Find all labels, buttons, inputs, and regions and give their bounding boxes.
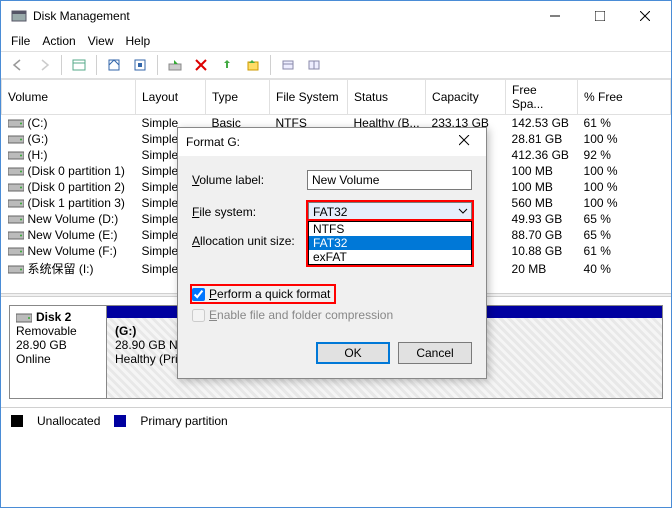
toolbar-icon-3[interactable] (129, 54, 151, 76)
dialog-close-button[interactable] (450, 135, 478, 149)
toolbar-icon-2[interactable] (103, 54, 125, 76)
col-status[interactable]: Status (348, 80, 426, 115)
fs-option-exfat[interactable]: exFAT (309, 250, 471, 264)
col-layout[interactable]: Layout (136, 80, 206, 115)
forward-button[interactable] (33, 54, 55, 76)
close-button[interactable] (622, 2, 667, 31)
toolbar-icon-8[interactable] (303, 54, 325, 76)
toolbar-icon-4[interactable] (164, 54, 186, 76)
toolbar-icon-6[interactable] (242, 54, 264, 76)
filesystem-dropdown: NTFS FAT32 exFAT (308, 221, 472, 265)
legend-primary-swatch (114, 415, 126, 427)
window-title: Disk Management (33, 9, 532, 23)
volume-label-input[interactable] (307, 170, 472, 190)
menu-file[interactable]: File (11, 34, 30, 48)
col-capacity[interactable]: Capacity (426, 80, 506, 115)
fs-option-ntfs[interactable]: NTFS (309, 222, 471, 236)
compression-checkbox (192, 309, 205, 322)
disk-kind: Removable (16, 324, 100, 338)
chevron-down-icon (458, 205, 468, 219)
toolbar-icon-5[interactable] (216, 54, 238, 76)
toolbar-icon-7[interactable] (277, 54, 299, 76)
disk-state: Online (16, 352, 100, 366)
col-pct[interactable]: % Free (578, 80, 671, 115)
menu-action[interactable]: Action (42, 34, 75, 48)
toolbar-icon-1[interactable] (68, 54, 90, 76)
app-icon (11, 8, 27, 24)
legend-unallocated-swatch (11, 415, 23, 427)
disk-info[interactable]: Disk 2 Removable 28.90 GB Online (9, 305, 107, 399)
menubar: File Action View Help (1, 31, 671, 51)
volume-label-label: Volume label: (192, 173, 307, 187)
disk-icon (16, 310, 32, 324)
col-volume[interactable]: Volume (2, 80, 136, 115)
col-type[interactable]: Type (206, 80, 270, 115)
ok-button[interactable]: OK (316, 342, 390, 364)
legend-unallocated: Unallocated (37, 414, 100, 428)
filesystem-label: File system: (192, 205, 308, 219)
quick-format-label: Perform a quick format (209, 287, 330, 301)
col-free[interactable]: Free Spa... (506, 80, 578, 115)
legend: Unallocated Primary partition (1, 407, 671, 434)
allocation-label: Allocation unit size: (192, 234, 308, 248)
compression-label: Enable file and folder compression (209, 308, 393, 322)
maximize-button[interactable] (577, 2, 622, 31)
quick-format-checkbox[interactable] (192, 288, 205, 301)
legend-primary: Primary partition (140, 414, 227, 428)
titlebar: Disk Management (1, 1, 671, 31)
format-dialog: Format G: Volume label: File system: FAT… (177, 127, 487, 379)
menu-help[interactable]: Help (126, 34, 151, 48)
cancel-button[interactable]: Cancel (398, 342, 472, 364)
fs-option-fat32[interactable]: FAT32 (309, 236, 471, 250)
disk-name: Disk 2 (36, 310, 71, 324)
disk-size: 28.90 GB (16, 338, 100, 352)
dialog-title: Format G: (186, 135, 450, 149)
menu-view[interactable]: View (88, 34, 114, 48)
filesystem-combo[interactable]: FAT32 (308, 202, 472, 222)
col-fs[interactable]: File System (270, 80, 348, 115)
minimize-button[interactable] (532, 2, 577, 31)
delete-icon[interactable] (190, 54, 212, 76)
back-button[interactable] (7, 54, 29, 76)
toolbar (1, 51, 671, 79)
